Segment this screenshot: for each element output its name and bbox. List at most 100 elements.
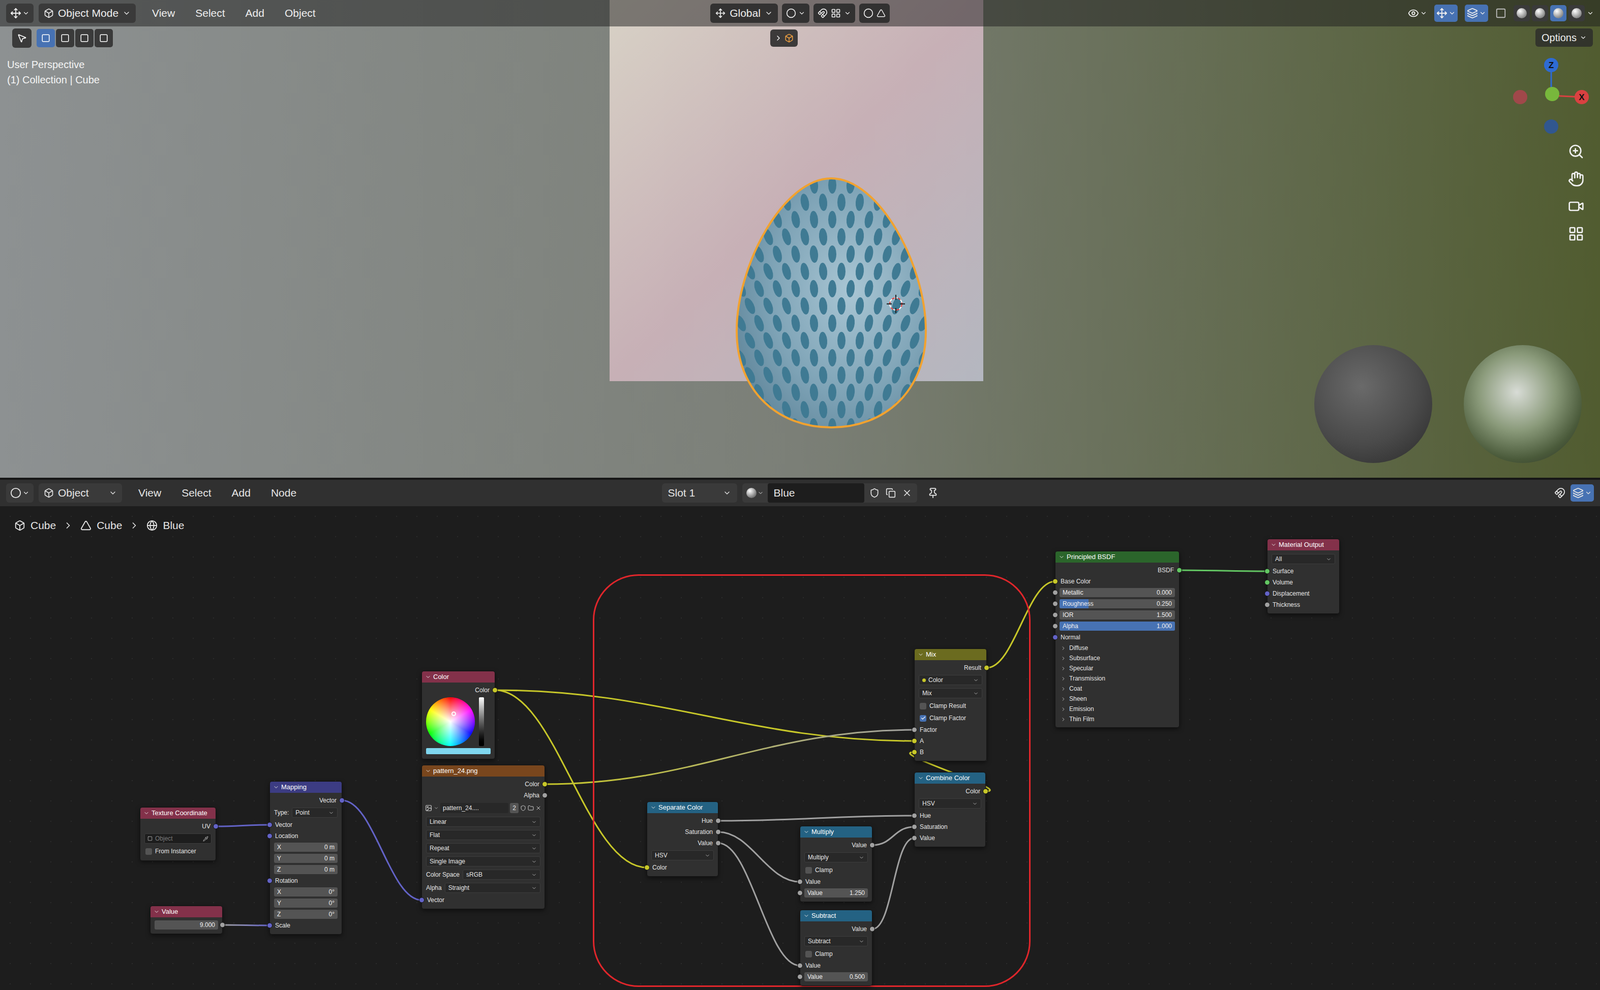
number-field[interactable]: X0° (274, 887, 338, 897)
node-header[interactable]: Subtract (800, 910, 872, 922)
3d-cursor-icon[interactable] (885, 293, 907, 315)
node-socket[interactable] (219, 922, 226, 929)
node-socket[interactable] (1264, 580, 1271, 586)
number-field[interactable]: Y0 m (274, 854, 338, 864)
options-button[interactable]: Options (1535, 28, 1593, 47)
collapse-icon[interactable] (153, 909, 160, 916)
node-header[interactable]: Color (421, 671, 495, 683)
node-socket[interactable] (797, 974, 803, 981)
collapse-icon[interactable] (425, 674, 432, 681)
node-panel[interactable]: Diffuse (1055, 643, 1094, 653)
shading-mode-button[interactable] (1568, 5, 1585, 22)
shader-type-dropdown[interactable]: Object (38, 483, 123, 503)
duplicate-icon[interactable] (885, 488, 896, 499)
breadcrumb-item[interactable]: Cube (14, 517, 56, 534)
open-folder-icon[interactable] (527, 805, 534, 812)
shader-node[interactable]: ColorColor (421, 671, 496, 760)
eyedropper-icon[interactable] (202, 836, 209, 842)
visibility-button[interactable] (1407, 7, 1428, 19)
node-link[interactable] (872, 838, 915, 930)
mini-header-button[interactable] (770, 29, 798, 47)
node-checkbox[interactable]: Clamp Factor (919, 713, 966, 723)
node-socket[interactable] (266, 878, 273, 885)
node-dropdown[interactable]: HSV (918, 798, 982, 809)
egg-object[interactable] (735, 177, 927, 429)
number-field[interactable]: Y0° (274, 898, 338, 909)
number-field[interactable]: 9.000 (154, 920, 219, 930)
node-header[interactable]: Principled BSDF (1055, 551, 1180, 563)
node-socket[interactable] (213, 824, 219, 830)
node-dropdown[interactable]: Repeat (426, 843, 541, 854)
shader-node[interactable]: Principled BSDFBSDFBase ColorMetallic0.0… (1054, 551, 1180, 729)
node-header[interactable]: Texture Coordinate (140, 807, 216, 820)
node-dropdown[interactable]: Linear (426, 817, 541, 828)
node-socket[interactable] (869, 842, 875, 849)
number-field[interactable]: Alpha1.000 (1059, 621, 1175, 631)
node-socket[interactable] (541, 793, 548, 799)
node-socket[interactable] (715, 818, 721, 825)
snap-icon[interactable] (1554, 487, 1566, 499)
node-dropdown[interactable]: Subtract (804, 936, 868, 947)
navigation-gizmo[interactable]: ZX (1504, 54, 1597, 139)
node-checkbox[interactable]: Clamp (805, 949, 833, 959)
fake-user-icon[interactable] (869, 488, 880, 499)
node-dropdown[interactable]: Point (291, 807, 338, 819)
node-socket[interactable] (869, 926, 875, 933)
collapse-icon[interactable] (650, 804, 657, 811)
node-socket[interactable] (911, 824, 918, 831)
node-socket[interactable] (715, 840, 721, 847)
user-count[interactable]: 2 (509, 803, 519, 814)
node-checkbox[interactable]: From Instancer (145, 847, 197, 857)
shader-node[interactable]: pattern_24.pngColorAlphapattern_24....2L… (421, 765, 546, 910)
shader-node[interactable]: Texture CoordinateUVObjectFrom Instancer (139, 807, 217, 862)
material-selector[interactable]: Blue (742, 483, 918, 503)
node-socket[interactable] (266, 822, 273, 829)
node-socket[interactable] (266, 833, 273, 840)
select-mode-button[interactable] (75, 28, 94, 48)
shader-node[interactable]: Value9.000 (149, 906, 223, 935)
node-socket[interactable] (1052, 612, 1059, 619)
node-socket[interactable] (1052, 579, 1059, 585)
menu-item[interactable]: Node (270, 485, 297, 502)
collapse-icon[interactable] (917, 651, 924, 658)
node-panel[interactable]: Subsurface (1055, 653, 1106, 663)
node-dropdown[interactable]: HSV (651, 850, 714, 861)
node-socket[interactable] (715, 829, 721, 836)
breadcrumb-item[interactable]: Cube (80, 517, 123, 534)
menu-item[interactable]: View (138, 485, 162, 502)
number-field[interactable]: Z0° (274, 910, 338, 920)
node-header[interactable]: Separate Color (647, 802, 718, 814)
node-checkbox[interactable]: Clamp Result (919, 701, 966, 711)
gizmo-axis[interactable] (1544, 119, 1559, 134)
node-socket[interactable] (983, 665, 990, 672)
gizmo-axis[interactable] (1513, 89, 1528, 105)
shader-node[interactable]: Separate ColorHueSaturationValueHSVColor (646, 801, 719, 878)
node-socket[interactable] (644, 865, 650, 871)
shader-node[interactable]: MultiplyValueMultiplyClampValueValue1.25… (799, 826, 873, 903)
select-mode-button[interactable] (36, 28, 55, 48)
pan-icon[interactable] (1567, 170, 1585, 188)
collapse-icon[interactable] (1058, 554, 1065, 561)
node-canvas[interactable]: CubeCubeBlueTexture CoordinateUVObjectFr… (0, 506, 1600, 990)
node-panel[interactable]: Transmission (1055, 674, 1111, 684)
camera-icon[interactable] (1567, 198, 1585, 215)
unlink-icon[interactable] (535, 805, 542, 812)
ortho-grid-icon[interactable] (1567, 225, 1585, 243)
fake-user-icon[interactable] (520, 805, 527, 812)
node-checkbox[interactable]: Clamp (805, 865, 833, 875)
node-socket[interactable] (339, 798, 345, 804)
color-swatch[interactable] (426, 748, 491, 755)
select-mode-button[interactable] (55, 28, 75, 48)
wheel-cursor[interactable] (451, 711, 457, 717)
node-link[interactable] (718, 843, 800, 966)
number-field[interactable]: Z0 m (274, 865, 338, 875)
overlay-toggle[interactable] (1570, 484, 1594, 502)
gizmo-axis[interactable]: X (1574, 89, 1589, 105)
node-dropdown[interactable]: sRGB (462, 869, 541, 881)
node-dropdown[interactable]: Color (918, 675, 983, 686)
pivot-button[interactable] (781, 3, 810, 23)
node-panel[interactable]: Sheen (1055, 694, 1093, 704)
material-name-field[interactable]: Blue (767, 483, 865, 503)
collapse-icon[interactable] (273, 784, 280, 791)
node-socket[interactable] (1264, 568, 1271, 575)
